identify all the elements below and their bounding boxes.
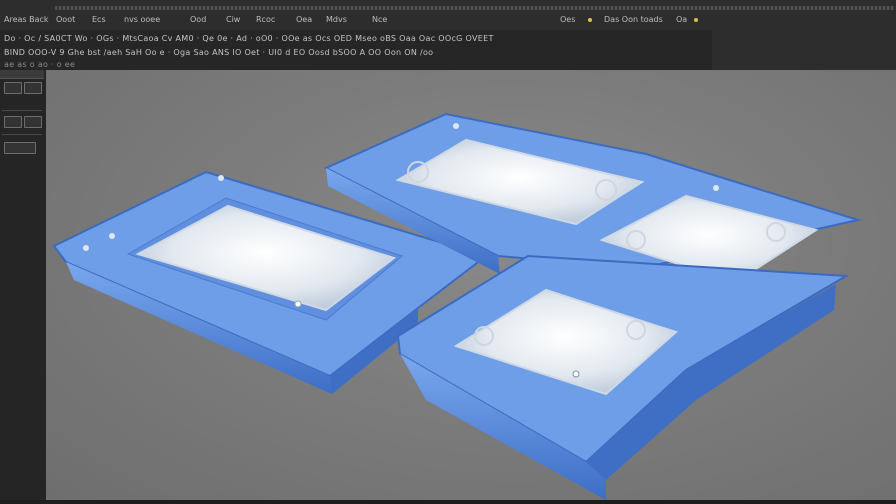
panel-divider-2 xyxy=(2,134,42,135)
menu-item-3[interactable]: Ecs xyxy=(92,14,106,26)
menu-item-2[interactable]: Ooot xyxy=(56,14,75,26)
status-dot-icon xyxy=(588,18,592,22)
menu-right-1[interactable]: Oes xyxy=(560,14,575,28)
cad-application-window: Areas Back Ooot Ecs nvs ooee Ood Ciw Rco… xyxy=(0,0,896,504)
menu-items: Areas Back Ooot Ecs nvs ooee Ood Ciw Rco… xyxy=(0,14,560,28)
menu-item-5[interactable]: Ood xyxy=(190,14,206,26)
left-tool-panel xyxy=(0,70,47,500)
menu-item-7[interactable]: Rcoc xyxy=(256,14,275,26)
panel-icon-4[interactable] xyxy=(24,116,42,128)
status-bar xyxy=(0,500,896,504)
panel-icon-1[interactable] xyxy=(4,82,22,94)
model-render xyxy=(52,112,862,500)
menu-item-8[interactable]: Oea xyxy=(296,14,312,26)
panel-icon-3[interactable] xyxy=(4,116,22,128)
menu-item-9[interactable]: Mdvs xyxy=(326,14,347,26)
3d-viewport[interactable] xyxy=(46,70,896,500)
toolbar-right-area xyxy=(712,30,896,70)
panel-tab[interactable] xyxy=(0,70,44,79)
menu-item-4[interactable]: nvs ooee xyxy=(124,14,160,26)
panel-divider xyxy=(2,110,42,111)
menu-bar: Areas Back Ooot Ecs nvs ooee Ood Ciw Rco… xyxy=(0,0,896,31)
menu-item-6[interactable]: Ciw xyxy=(226,14,240,26)
menu-right-2[interactable]: Das Oon toads xyxy=(604,14,663,28)
tray-bottom xyxy=(396,254,850,500)
notification-dot-icon xyxy=(694,18,698,22)
menu-right-3[interactable]: Oa xyxy=(676,14,687,28)
toolbar: Do · Oc / SA0CT Wo · OGs · MtsCaoa Cv AM… xyxy=(0,30,712,71)
menu-item-1[interactable]: Areas Back xyxy=(4,14,49,26)
panel-icon-2[interactable] xyxy=(24,82,42,94)
panel-icon-5[interactable] xyxy=(4,142,36,154)
menu-item-10[interactable]: Nce xyxy=(372,14,387,26)
toolbar-row-1[interactable]: Do · Oc / SA0CT Wo · OGs · MtsCaoa Cv AM… xyxy=(4,32,704,46)
title-strip xyxy=(55,6,895,10)
